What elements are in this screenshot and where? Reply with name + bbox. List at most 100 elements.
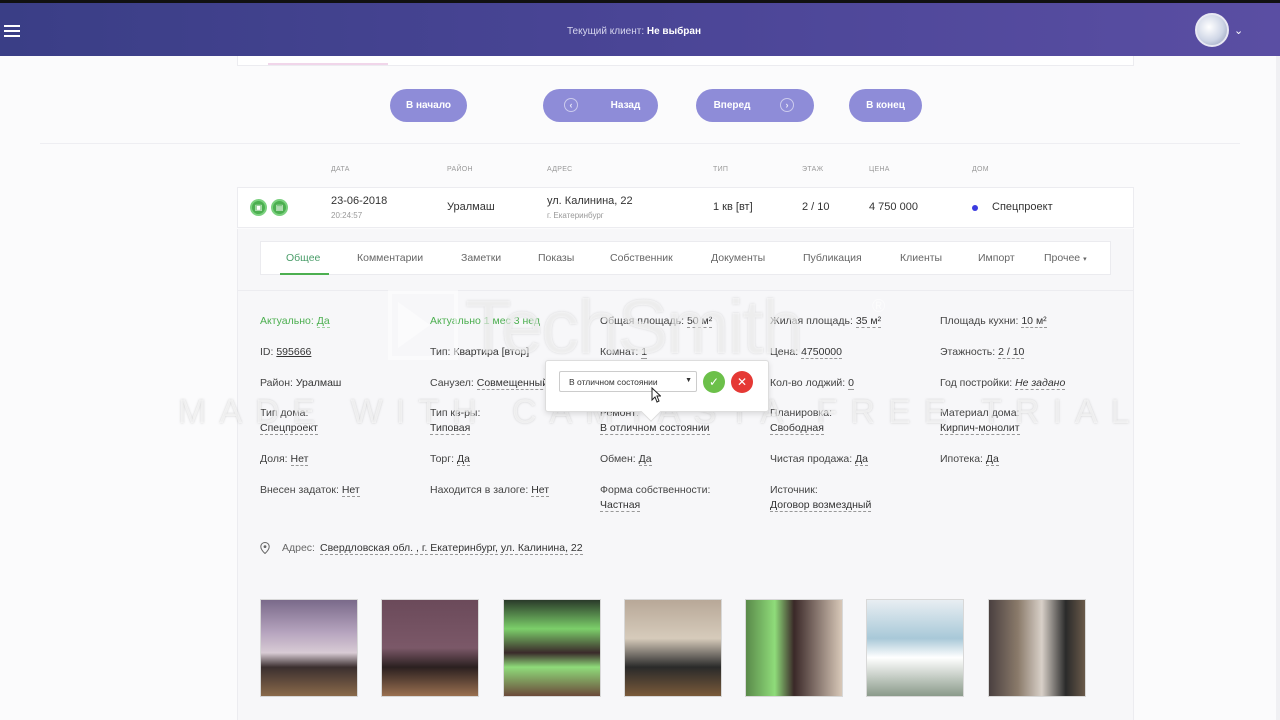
field-material: Материал дома: Кирпич-монолит (940, 406, 1020, 436)
tab-comments[interactable]: Комментарии (357, 252, 423, 264)
house-type-label: Тип дома: (260, 407, 309, 419)
scrollbar[interactable] (1276, 56, 1280, 720)
chevron-down-icon[interactable]: ⌄ (1234, 24, 1243, 37)
kitchen-area-value[interactable]: 10 м² (1021, 315, 1047, 328)
last-page-label: В конец (866, 100, 905, 111)
previous-card (237, 56, 1134, 66)
field-actual: Актуально: Да (260, 314, 330, 329)
flat-type-label: Тип кв-ры: (430, 407, 481, 419)
share-value[interactable]: Нет (290, 453, 309, 466)
id-value[interactable]: 595666 (276, 346, 311, 358)
kitchen-area-label: Площадь кухни: (940, 315, 1019, 327)
camera-icon[interactable]: ▣ (250, 199, 267, 216)
source-value[interactable]: Договор возмездный (770, 499, 872, 512)
tab-general[interactable]: Общее (286, 252, 320, 264)
photo-room[interactable] (381, 599, 479, 697)
material-value[interactable]: Кирпич-монолит (940, 422, 1020, 435)
field-loggia: Кол-во лоджий: 0 (770, 376, 854, 391)
repair-select[interactable]: В отличном состоянии ▼ (559, 371, 697, 392)
mouse-cursor (651, 387, 661, 403)
layout-value[interactable]: Свободная (770, 422, 824, 435)
field-deposit: Внесен задаток: Нет (260, 483, 360, 498)
field-mortgage: Ипотека: Да (940, 452, 999, 467)
rooms-label: Комнат: (600, 346, 639, 358)
tab-other[interactable]: Прочее ▾ (1044, 252, 1087, 264)
tab-import[interactable]: Импорт (978, 252, 1015, 264)
bargain-value[interactable]: Да (456, 453, 470, 466)
row-address: ул. Калинина, 22 (547, 195, 633, 207)
total-area-label: Общая площадь: (600, 315, 685, 327)
field-floors: Этажность: 2 / 10 (940, 345, 1025, 360)
back-button[interactable]: ‹ Назад (543, 89, 658, 122)
loggia-value[interactable]: 0 (848, 377, 854, 390)
actual-value[interactable]: Да (316, 315, 330, 328)
row-time: 20:24:57 (331, 211, 363, 220)
tab-documents[interactable]: Документы (711, 252, 765, 264)
clean-sale-value[interactable]: Да (855, 453, 869, 466)
last-page-button[interactable]: В конец (849, 89, 922, 122)
arrow-right-icon: › (780, 98, 794, 112)
field-bargain: Торг: Да (430, 452, 470, 467)
pledge-label: Находится в залоге: (430, 484, 529, 496)
photo-dining[interactable] (624, 599, 722, 697)
field-total-area: Общая площадь: 50 м² (600, 314, 713, 329)
row-city: г. Екатеринбург (547, 211, 604, 220)
flat-type-value[interactable]: Типовая (430, 422, 471, 435)
repair-value[interactable]: В отличном состоянии (600, 422, 710, 435)
rooms-value[interactable]: 1 (641, 346, 648, 359)
field-district: Район: Уралмаш (260, 376, 341, 391)
field-clean-sale: Чистая продажа: Да (770, 452, 869, 467)
field-rooms: Комнат: 1 (600, 345, 648, 360)
cancel-button[interactable]: ✕ (731, 371, 753, 393)
price-value[interactable]: 4750000 (801, 346, 842, 359)
photo-kitchen-2[interactable] (745, 599, 843, 697)
field-flat-type: Тип кв-ры: Типовая (430, 406, 480, 436)
tab-publication[interactable]: Публикация (803, 252, 862, 264)
first-page-label: В начало (405, 100, 452, 111)
floors-value[interactable]: 2 / 10 (998, 346, 1025, 359)
exchange-value[interactable]: Да (638, 453, 652, 466)
tab-clients[interactable]: Клиенты (900, 252, 942, 264)
first-page-button[interactable]: В начало (390, 89, 467, 122)
house-status-dot (972, 205, 978, 211)
client-value: Не выбран (646, 26, 702, 37)
field-exchange: Обмен: Да (600, 452, 652, 467)
field-source: Источник: Договор возмездный (770, 483, 872, 513)
bathroom-value[interactable]: Совмещенный (476, 377, 549, 390)
field-id: ID: 595666 (260, 345, 311, 360)
caret-down-icon: ▾ (1083, 256, 1087, 263)
bathroom-label: Санузел: (430, 377, 474, 389)
year-label: Год постройки: (940, 377, 1013, 389)
material-label: Материал дома: (940, 407, 1020, 419)
photo-bathroom[interactable] (866, 599, 964, 697)
ownership-value[interactable]: Частная (600, 499, 641, 512)
layout-label: Планировка: (770, 407, 833, 419)
photo-bedroom[interactable] (260, 599, 358, 697)
forward-button[interactable]: Вперед › (696, 89, 814, 122)
photo-kitchen[interactable] (503, 599, 601, 697)
living-area-label: Жилая площадь: (770, 315, 853, 327)
year-value[interactable]: Не задано (1015, 377, 1066, 390)
house-type-value[interactable]: Спецпроект (260, 422, 318, 435)
tab-notes[interactable]: Заметки (461, 252, 501, 264)
row-type: 1 кв [вт] (713, 201, 753, 213)
pledge-value[interactable]: Нет (531, 484, 550, 497)
mortgage-value[interactable]: Да (985, 453, 999, 466)
field-bathroom: Санузел: Совмещенный (430, 376, 549, 391)
arrow-left-icon: ‹ (564, 98, 578, 112)
address-label: Адрес: (282, 542, 315, 554)
photo-hallway[interactable] (988, 599, 1086, 697)
row-price: 4 750 000 (869, 201, 918, 213)
header-type: Тип (713, 166, 729, 173)
tab-showings[interactable]: Показы (538, 252, 574, 264)
address-value[interactable]: Свердловская обл. , г. Екатеринбург, ул.… (320, 542, 583, 555)
repair-select-value: В отличном состоянии (569, 377, 658, 387)
confirm-button[interactable]: ✓ (703, 371, 725, 393)
total-area-value[interactable]: 50 м² (686, 315, 713, 328)
header-price: Цена (869, 166, 890, 173)
field-layout: Планировка: Свободная (770, 406, 832, 436)
tab-owner[interactable]: Собственник (610, 252, 673, 264)
user-avatar[interactable] (1195, 13, 1229, 47)
document-icon[interactable]: ▤ (271, 199, 288, 216)
deposit-value[interactable]: Нет (341, 484, 360, 497)
